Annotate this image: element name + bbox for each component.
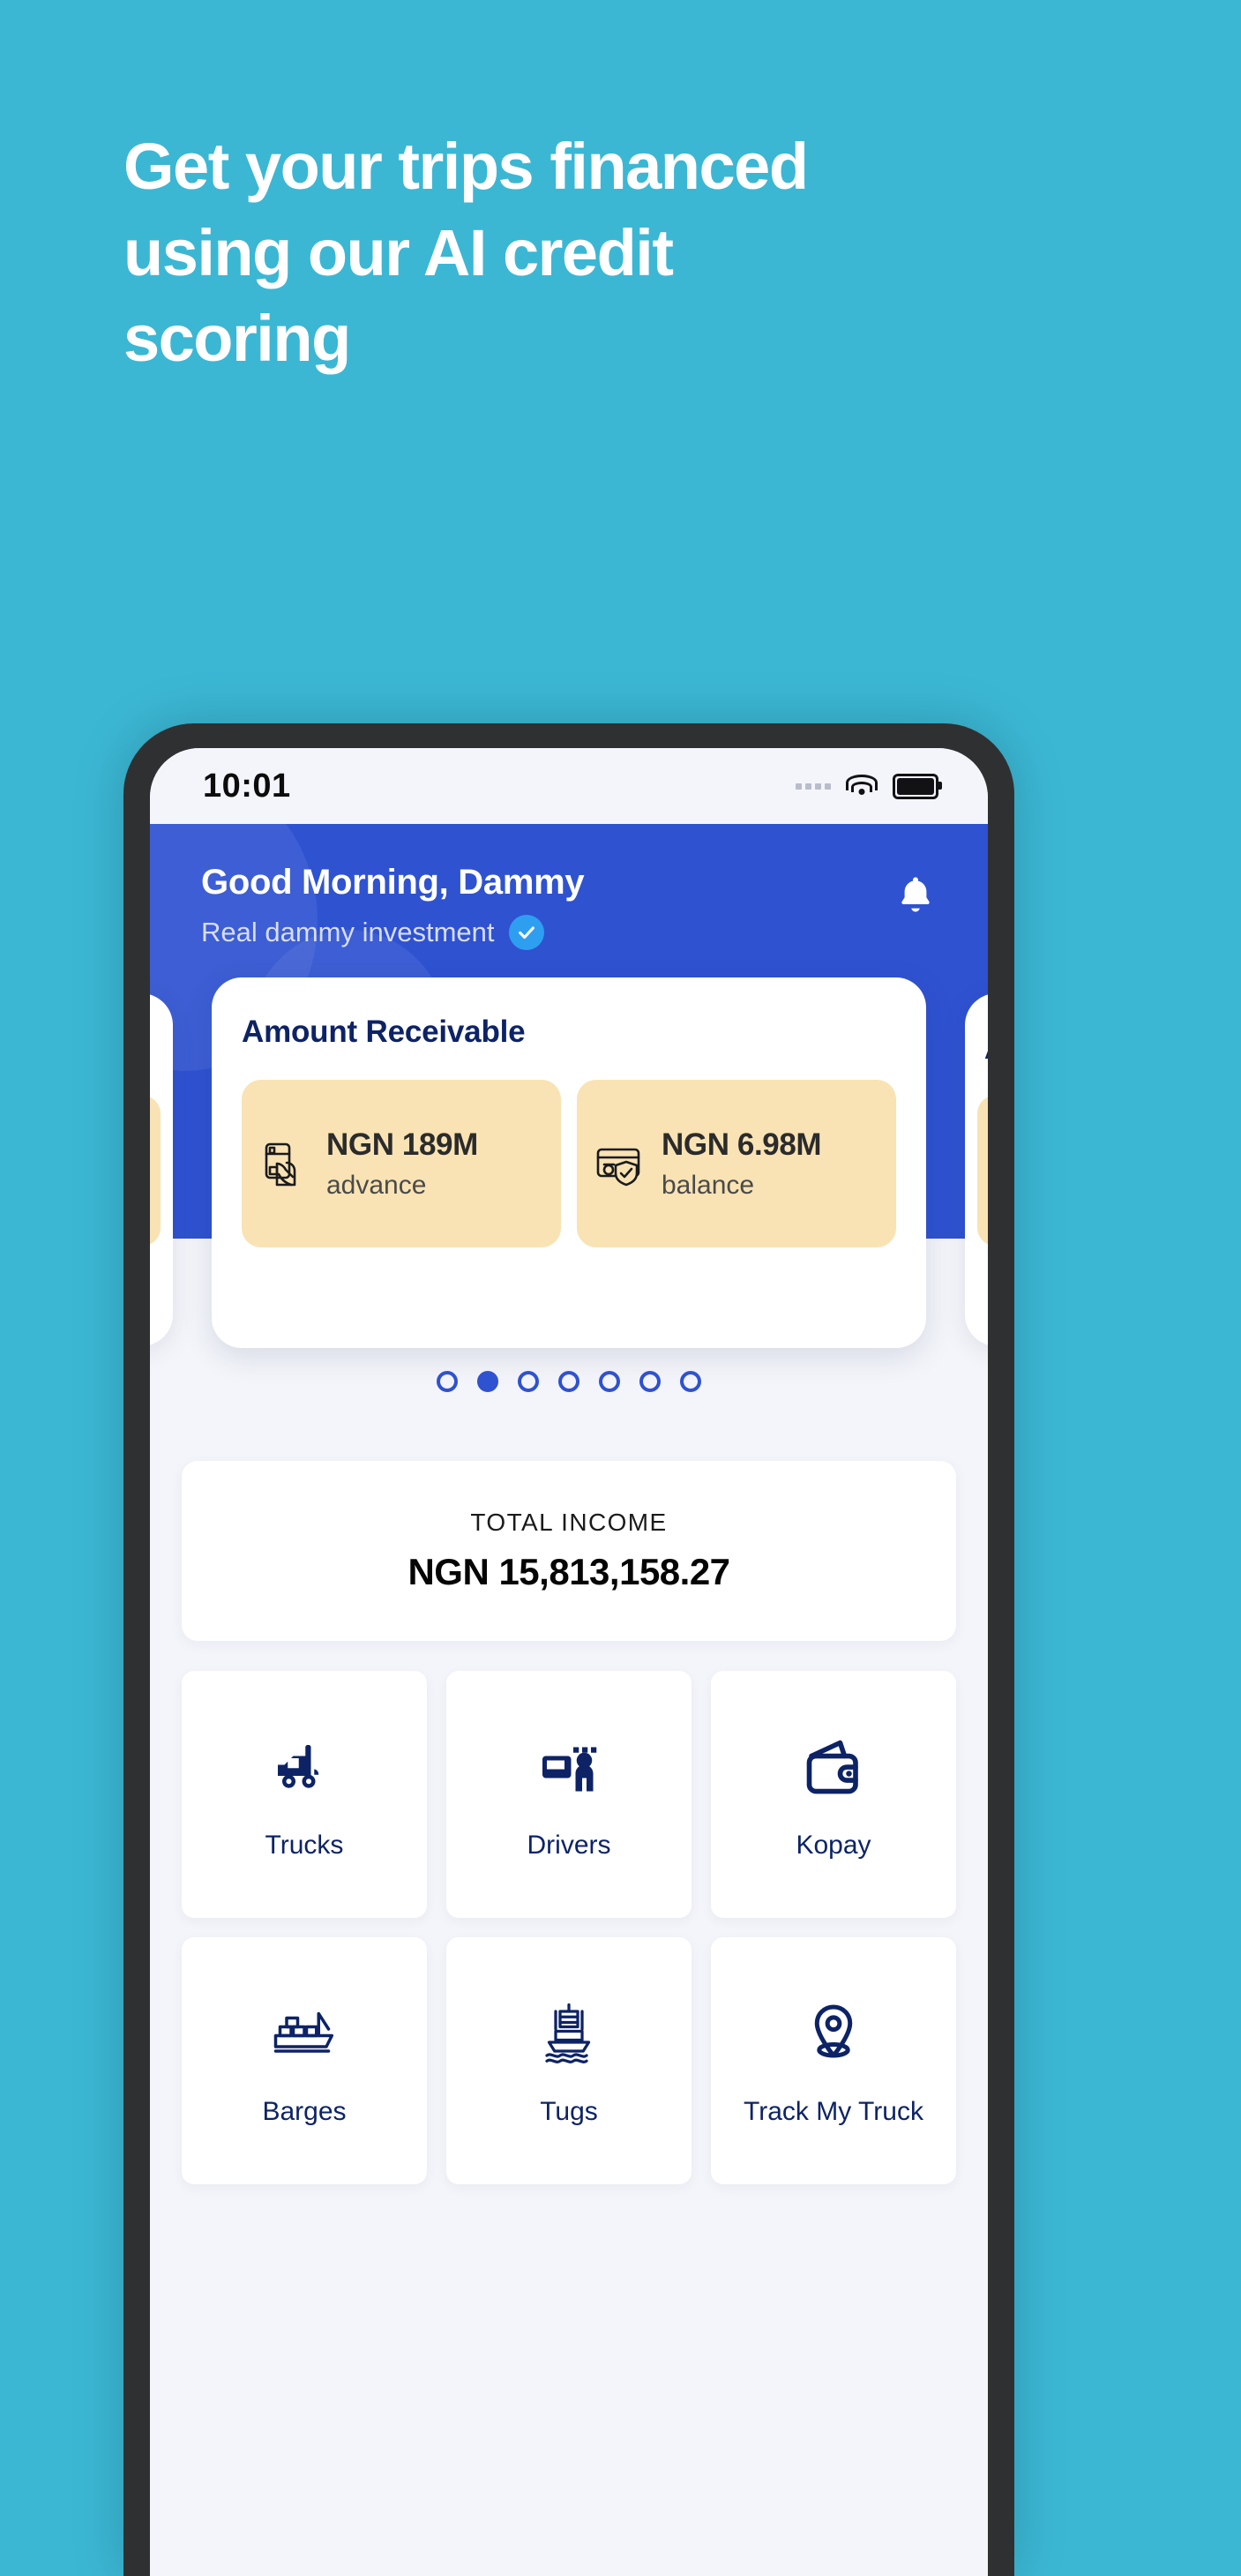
battery-full-icon <box>893 773 942 799</box>
carousel-dot[interactable] <box>599 1371 620 1392</box>
headline-line-2: using our AI credit <box>123 215 674 289</box>
carousel-dot-active[interactable] <box>477 1371 498 1392</box>
carousel-dot[interactable] <box>680 1371 701 1392</box>
headline-line-3: scoring <box>123 302 351 376</box>
total-income-value: NGN 15,813,158.27 <box>407 1551 730 1592</box>
phone-mockup: 10:01 Good Morning, Dammy Real dammy inv… <box>123 723 1014 2576</box>
amount-tile-text: NGN 6.98M balance <box>662 1127 822 1202</box>
greeting-block: Good Morning, Dammy Real dammy investmen… <box>201 863 585 950</box>
tugboat-icon <box>530 1995 608 2072</box>
amount-tile-partial <box>150 1096 161 1246</box>
card-title: Amount Receivable <box>242 1015 526 1049</box>
quick-action-label: Trucks <box>265 1831 344 1860</box>
status-bar: 10:01 <box>150 748 988 824</box>
receivables-carousel[interactable]: A Amount Receivable <box>150 977 988 1392</box>
barge-ship-icon <box>265 1995 343 2072</box>
map-pin-icon <box>795 1995 872 2072</box>
hand-holding-card-icon <box>258 1135 314 1192</box>
amount-tiles: NGN 189M advance NGN 6.98M balance <box>242 1080 896 1247</box>
carousel-next-title: A <box>984 1036 988 1066</box>
status-time: 10:01 <box>203 767 291 805</box>
amount-receivable-card[interactable]: Amount Receivable NGN 189M advance NGN 6… <box>212 977 926 1348</box>
signal-dots-icon <box>796 783 831 790</box>
quick-action-tugs[interactable]: Tugs <box>446 1937 692 2184</box>
secure-card-icon <box>593 1135 649 1192</box>
carousel-card-prev[interactable] <box>150 993 173 1346</box>
phone-screen: 10:01 Good Morning, Dammy Real dammy inv… <box>150 748 988 2576</box>
amount-label: balance <box>662 1170 755 1200</box>
amount-value: NGN 6.98M <box>662 1127 822 1162</box>
quick-action-label: Tugs <box>540 2097 598 2126</box>
carousel-dots[interactable] <box>150 1371 988 1392</box>
quick-action-label: Kopay <box>796 1831 871 1860</box>
amount-tile-text: NGN 189M advance <box>326 1127 478 1202</box>
quick-action-label: Track My Truck <box>744 2097 923 2126</box>
quick-action-barges[interactable]: Barges <box>182 1937 427 2184</box>
amount-label: advance <box>326 1170 427 1200</box>
quick-actions-grid: Trucks Drivers Kopay Barges Tugs Track M… <box>182 1671 956 2184</box>
status-icons <box>796 773 942 799</box>
greeting-text: Good Morning, Dammy <box>201 863 585 902</box>
quick-action-trucks[interactable]: Trucks <box>182 1671 427 1918</box>
carousel-card-next[interactable]: A <box>965 993 988 1346</box>
promo-headline: Get your trips financed using our AI cre… <box>123 124 1111 382</box>
quick-action-track-my-truck[interactable]: Track My Truck <box>711 1937 956 2184</box>
quick-action-label: Barges <box>262 2097 347 2126</box>
driver-icon <box>530 1728 608 1806</box>
verified-check-icon <box>508 915 544 950</box>
wifi-icon <box>846 775 878 798</box>
wallet-icon <box>795 1728 872 1806</box>
amount-tile-balance[interactable]: NGN 6.98M balance <box>577 1080 896 1247</box>
truck-icon <box>265 1728 343 1806</box>
headline-line-1: Get your trips financed <box>123 130 809 203</box>
carousel-dot[interactable] <box>558 1371 579 1392</box>
bell-icon[interactable] <box>894 873 937 919</box>
amount-tile-partial <box>977 1096 988 1246</box>
quick-action-kopay[interactable]: Kopay <box>711 1671 956 1918</box>
carousel-dot[interactable] <box>518 1371 539 1392</box>
company-name: Real dammy investment <box>201 917 495 947</box>
quick-action-drivers[interactable]: Drivers <box>446 1671 692 1918</box>
amount-tile-advance[interactable]: NGN 189M advance <box>242 1080 561 1247</box>
total-income-card: TOTAL INCOME NGN 15,813,158.27 <box>182 1461 956 1641</box>
carousel-dot[interactable] <box>437 1371 458 1392</box>
carousel-dot[interactable] <box>639 1371 661 1392</box>
total-income-label: TOTAL INCOME <box>470 1509 668 1536</box>
amount-value: NGN 189M <box>326 1127 478 1162</box>
quick-action-label: Drivers <box>527 1831 611 1860</box>
